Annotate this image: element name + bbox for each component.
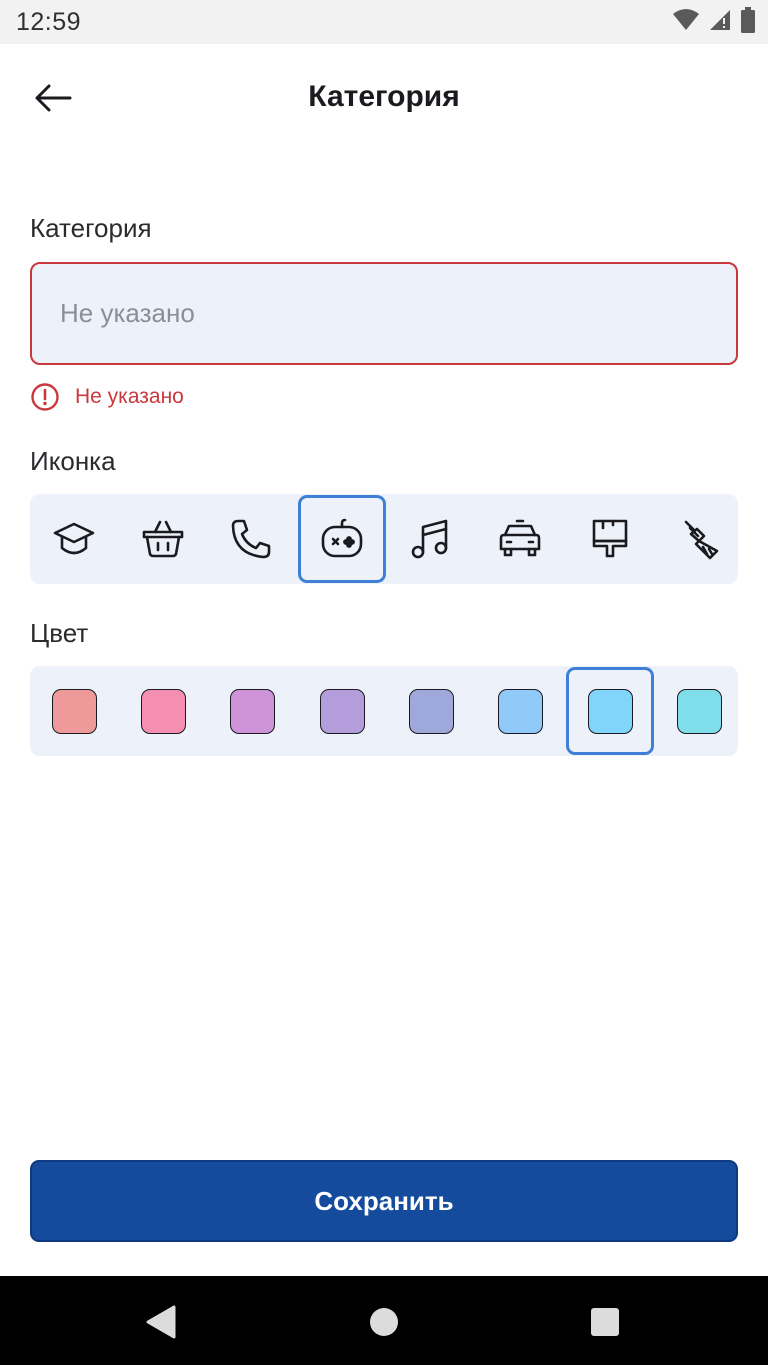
color-option[interactable] (476, 667, 564, 755)
color-swatch (140, 688, 186, 734)
wifi-icon (672, 8, 700, 37)
color-option[interactable] (208, 667, 296, 755)
paint-roller-icon (592, 519, 628, 558)
circle-home-icon (370, 1308, 398, 1336)
color-picker (30, 666, 738, 756)
status-time: 12:59 (16, 8, 82, 36)
color-swatch (319, 688, 365, 734)
car-icon (499, 519, 541, 557)
color-swatch (229, 688, 275, 734)
color-section-label: Цвет (30, 618, 89, 648)
save-button[interactable]: Сохранить (30, 1160, 738, 1242)
category-field[interactable] (30, 262, 738, 365)
category-error: Не указано (30, 382, 184, 412)
color-option[interactable] (566, 667, 654, 755)
battery-icon (740, 6, 756, 38)
color-option[interactable] (30, 667, 118, 755)
navigation-bar (0, 1276, 768, 1365)
icon-option-phone[interactable] (208, 495, 296, 583)
color-swatch (51, 688, 97, 734)
icon-option-car[interactable] (476, 495, 564, 583)
status-icons (672, 6, 756, 38)
music-note-icon (411, 519, 448, 559)
icon-option-music-note[interactable] (387, 495, 475, 583)
color-option[interactable] (655, 667, 743, 755)
icon-option-paint-roller[interactable] (566, 495, 654, 583)
icon-option-gamepad[interactable] (298, 495, 386, 583)
color-option[interactable] (119, 667, 207, 755)
color-swatch (587, 688, 633, 734)
color-swatch (408, 688, 454, 734)
status-bar: 12:59 (0, 0, 768, 44)
graduation-cap-icon (53, 522, 95, 555)
page-title: Категория (308, 80, 460, 113)
color-option[interactable] (387, 667, 475, 755)
nav-home-button[interactable] (364, 1302, 404, 1342)
icon-option-graduation-cap[interactable] (30, 495, 118, 583)
cell-signal-icon (708, 8, 732, 37)
icon-picker (30, 494, 738, 584)
icon-option-broom[interactable] (655, 495, 743, 583)
square-recents-icon (591, 1308, 619, 1336)
broom-icon (684, 520, 719, 560)
app-bar: Категория (0, 44, 768, 152)
error-icon (30, 382, 60, 412)
color-swatch (497, 688, 543, 734)
gamepad-icon (321, 518, 363, 558)
category-input[interactable] (60, 264, 710, 363)
category-label: Категория (30, 213, 152, 243)
color-swatch (676, 688, 722, 734)
nav-recents-button[interactable] (585, 1302, 625, 1342)
icon-option-shopping-basket[interactable] (119, 495, 207, 583)
phone-icon (231, 519, 271, 559)
shopping-basket-icon (142, 520, 184, 558)
color-option[interactable] (298, 667, 386, 755)
triangle-back-icon (146, 1305, 176, 1339)
icon-section-label: Иконка (30, 446, 116, 476)
save-button-label: Сохранить (314, 1185, 454, 1216)
error-text: Не указано (75, 385, 184, 408)
nav-back-button[interactable] (140, 1302, 180, 1342)
